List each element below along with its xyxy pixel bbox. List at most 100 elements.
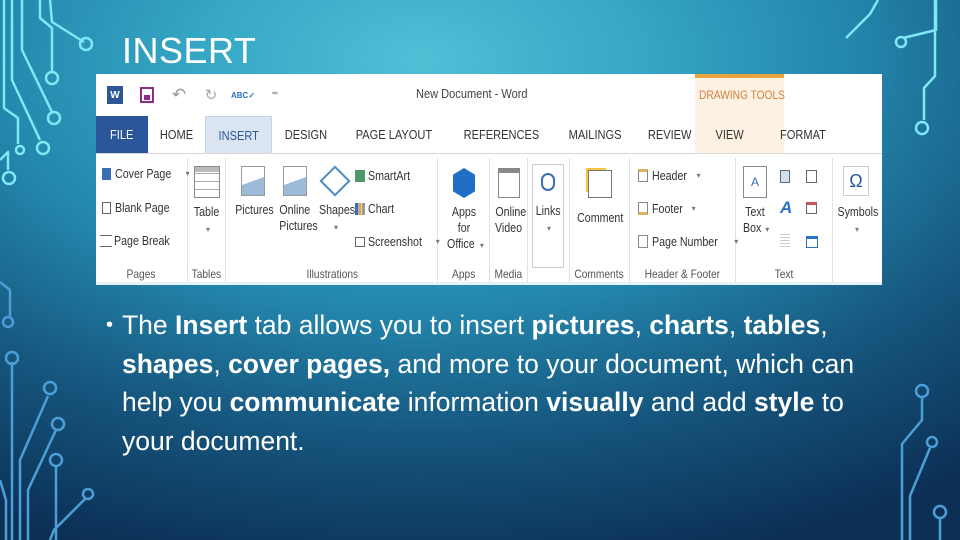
- bullet-segment: tab allows you to insert: [247, 310, 532, 340]
- circuit-line: [10, 0, 42, 141]
- table-button[interactable]: Table ▾: [191, 166, 223, 238]
- group-tables: Table ▾ Tables: [188, 158, 226, 285]
- tab-home[interactable]: HOME: [148, 116, 205, 153]
- save-icon[interactable]: [136, 84, 158, 106]
- redo-icon[interactable]: ↻: [200, 84, 222, 106]
- online-pictures-button[interactable]: Online Pictures: [275, 166, 318, 234]
- comment-icon: [588, 170, 612, 198]
- bullet-emphasis: tables: [743, 310, 821, 340]
- header-icon: [638, 169, 648, 182]
- pictures-button[interactable]: Pictures: [231, 166, 275, 218]
- signature-line-icon[interactable]: [806, 170, 817, 183]
- circuit-line: [902, 0, 938, 40]
- tab-view[interactable]: VIEW: [704, 116, 755, 153]
- drop-cap-icon[interactable]: [780, 234, 790, 247]
- tab-file[interactable]: FILE: [96, 116, 148, 153]
- blank-page-button[interactable]: Blank Page: [102, 200, 182, 215]
- tab-review[interactable]: REVIEW: [635, 116, 704, 153]
- circuit-line: [26, 429, 58, 540]
- tab-design[interactable]: DESIGN: [272, 116, 340, 153]
- group-comments: Comment Comments: [570, 158, 630, 285]
- group-label-header-footer: Header & Footer: [644, 267, 721, 281]
- bullet-text: The Insert tab allows you to insert pict…: [122, 306, 886, 460]
- bullet-emphasis: charts: [649, 310, 729, 340]
- comment-button[interactable]: Comment: [572, 166, 628, 226]
- customize-qat-icon[interactable]: ⁼: [264, 84, 286, 106]
- tab-format[interactable]: FORMAT: [768, 116, 838, 153]
- circuit-line: [0, 479, 8, 540]
- bullet-emphasis: visually: [546, 387, 644, 417]
- circuit-line: [48, 0, 85, 44]
- page-break-button[interactable]: Page Break: [100, 233, 182, 248]
- online-video-icon: [498, 168, 520, 198]
- shapes-button[interactable]: Shapes ▾: [315, 165, 355, 236]
- page-break-icon: [100, 234, 112, 247]
- quick-parts-icon[interactable]: [780, 170, 790, 183]
- circuit-node: [914, 120, 930, 136]
- bullet-segment: ,: [213, 348, 229, 379]
- links-button[interactable]: Links ▾: [532, 164, 564, 268]
- circuit-line: [20, 0, 54, 113]
- date-time-icon[interactable]: [806, 202, 817, 214]
- spelling-check-icon[interactable]: ABC✓: [231, 84, 255, 106]
- group-links: Links ▾: [528, 158, 570, 285]
- bullet-emphasis: shapes: [122, 348, 214, 379]
- group-label-comments: Comments: [574, 267, 625, 281]
- apps-for-office-button[interactable]: Apps for Office ▾: [440, 166, 488, 254]
- bullet-emphasis: style: [753, 387, 815, 417]
- circuit-line: [922, 0, 937, 120]
- chart-button[interactable]: Chart: [355, 201, 400, 216]
- circuit-node: [914, 383, 930, 399]
- smartart-icon: [355, 169, 365, 182]
- online-pictures-icon: [283, 166, 307, 196]
- group-symbols: Ω Symbols ▾: [833, 158, 882, 285]
- smartart-button[interactable]: SmartArt: [355, 168, 419, 183]
- blank-page-icon: [102, 201, 111, 214]
- screenshot-button[interactable]: Screenshot ▾: [355, 234, 440, 249]
- circuit-node: [1, 170, 17, 186]
- object-icon[interactable]: [806, 236, 818, 248]
- tab-mailings[interactable]: MAILINGS: [555, 116, 635, 153]
- circuit-line: [0, 281, 12, 318]
- circuit-node: [44, 70, 60, 86]
- circuit-node: [1, 315, 15, 329]
- group-header-footer: Header ▾ Footer ▾ Page Number ▾ Header & Fo…: [630, 158, 738, 285]
- bullet-segment: ,: [634, 310, 650, 340]
- bullet-segment: The: [122, 310, 176, 340]
- word-ribbon-screenshot: DRAWING TOOLS W ↶ ↻ ABC✓ ⁼ New Document …: [96, 74, 882, 285]
- undo-icon[interactable]: ↶: [168, 84, 190, 106]
- text-box-icon: A: [743, 166, 767, 198]
- page-number-button[interactable]: Page Number ▾: [638, 234, 738, 249]
- group-label-illustrations: Illustrations: [306, 267, 358, 281]
- tab-references[interactable]: REFERENCES: [448, 116, 555, 153]
- group-pages: Cover Page ▾ Blank Page Page Break Pages: [96, 158, 190, 285]
- links-icon: [541, 173, 555, 191]
- header-button[interactable]: Header ▾: [638, 168, 701, 183]
- circuit-node: [42, 380, 58, 396]
- text-box-button[interactable]: A Text Box ▾: [740, 166, 770, 238]
- word-logo-icon: W: [104, 84, 126, 106]
- bullet-segment: ,: [820, 310, 828, 340]
- group-apps: Apps for Office ▾ Apps: [438, 158, 490, 285]
- symbols-button[interactable]: Ω Symbols ▾: [833, 164, 879, 238]
- circuit-node: [932, 504, 948, 520]
- footer-icon: [638, 202, 648, 215]
- bullet-point: • The Insert tab allows you to insert pi…: [106, 306, 886, 460]
- bullet-segment: information: [400, 387, 547, 417]
- table-icon: [194, 166, 220, 198]
- group-text: A Text Box ▾ A Text: [736, 158, 833, 285]
- footer-button[interactable]: Footer ▾: [638, 201, 696, 216]
- omega-icon: Ω: [843, 166, 869, 196]
- circuit-node: [35, 140, 51, 156]
- tab-insert[interactable]: INSERT: [205, 116, 273, 153]
- circuit-line: [0, 150, 10, 170]
- cover-page-button[interactable]: Cover Page ▾: [102, 166, 190, 181]
- group-label-text: Text: [774, 267, 794, 281]
- wordart-icon[interactable]: A: [780, 198, 792, 218]
- group-media: Online Video Media: [490, 158, 528, 285]
- online-video-button[interactable]: Online Video: [492, 166, 526, 236]
- shapes-icon: [319, 165, 351, 197]
- tab-page-layout[interactable]: PAGE LAYOUT: [340, 116, 448, 153]
- ribbon-insert: Cover Page ▾ Blank Page Page Break Pages …: [96, 154, 882, 285]
- bullet-segment: ,: [728, 310, 744, 340]
